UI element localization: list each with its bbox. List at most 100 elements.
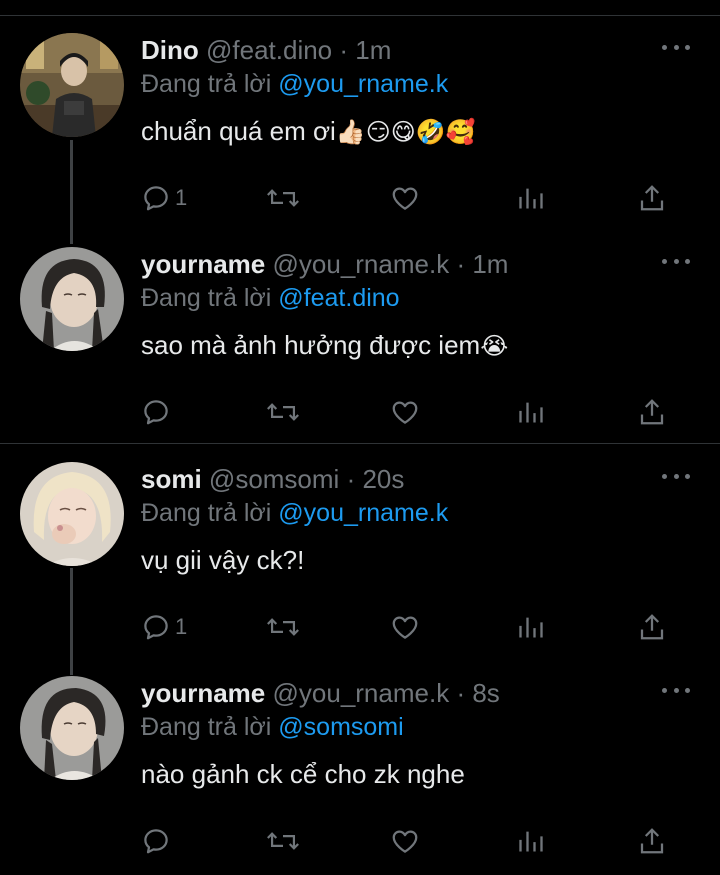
reply-button[interactable]: [141, 821, 175, 861]
share-button[interactable]: [637, 178, 667, 218]
tweet-text-body: sao mà ảnh hưởng được iem: [141, 330, 481, 360]
analytics-icon: [519, 402, 543, 423]
share-icon: [640, 828, 664, 854]
user-handle[interactable]: @you_rname.k: [273, 678, 450, 708]
retweet-icon: [267, 618, 299, 636]
timestamp[interactable]: 20s: [362, 464, 404, 494]
reply-button[interactable]: 1: [141, 178, 187, 218]
retweet-button[interactable]: [266, 821, 300, 861]
replying-to: Đang trả lời @you_rname.k: [141, 67, 700, 101]
replying-label: Đang trả lời: [141, 70, 272, 98]
tweet-content: Dino @feat.dino · 1m Đang trả lời @you_r…: [141, 33, 700, 153]
tweet-text-body: chuẩn quá em ơi: [141, 116, 336, 146]
more-options-icon[interactable]: [662, 680, 690, 700]
separator-dot: ·: [456, 249, 466, 279]
timestamp[interactable]: 8s: [472, 678, 499, 708]
more-options-icon[interactable]: [662, 251, 690, 271]
thread-line: [70, 568, 73, 675]
reply-icon: [144, 400, 168, 425]
analytics-icon: [519, 831, 543, 852]
like-icon: [392, 616, 418, 639]
analytics-button[interactable]: [517, 392, 545, 432]
retweet-icon: [267, 189, 299, 207]
display-name[interactable]: yourname: [141, 249, 265, 279]
user-handle[interactable]: @you_rname.k: [273, 249, 450, 279]
replying-to: Đang trả lời @feat.dino: [141, 281, 700, 315]
tweet-content: yourname @you_rname.k · 1m Đang trả lời …: [141, 247, 700, 367]
analytics-button[interactable]: [517, 178, 545, 218]
display-name[interactable]: Dino: [141, 35, 199, 65]
reply-icon: [144, 186, 168, 211]
user-handle[interactable]: @feat.dino: [206, 35, 332, 65]
reply-icon: [144, 615, 168, 640]
reply-button[interactable]: 1: [141, 607, 187, 647]
like-button[interactable]: [389, 178, 421, 218]
tweet-text: sao mà ảnh hưởng được iem😭: [141, 325, 700, 367]
reply-count: 1: [175, 614, 188, 639]
retweet-button[interactable]: [266, 178, 300, 218]
tweet-content: somi @somsomi · 20s Đang trả lời @you_rn…: [141, 462, 700, 582]
timestamp[interactable]: 1m: [355, 35, 391, 65]
tweet-text: chuẩn quá em ơi👍🏻😏😋🤣🥰: [141, 111, 700, 153]
more-options-icon[interactable]: [662, 37, 690, 57]
tweet-text: vụ gii vậy ck?!: [141, 540, 700, 582]
reply-count: 1: [175, 185, 188, 210]
mention-link[interactable]: @you_rname.k: [278, 499, 448, 527]
timestamp[interactable]: 1m: [472, 249, 508, 279]
share-icon: [640, 399, 664, 425]
reply-button[interactable]: [141, 392, 175, 432]
like-icon: [392, 830, 418, 853]
conversation-divider: [0, 443, 720, 444]
action-bar: 1: [141, 178, 681, 218]
tweet-header: yourname @you_rname.k · 8s: [141, 676, 700, 710]
like-button[interactable]: [389, 392, 421, 432]
replying-to: Đang trả lời @you_rname.k: [141, 496, 700, 530]
display-name[interactable]: somi: [141, 464, 202, 494]
display-name[interactable]: yourname: [141, 678, 265, 708]
like-icon: [392, 187, 418, 210]
replying-label: Đang trả lời: [141, 713, 272, 741]
mention-link[interactable]: @you_rname.k: [278, 70, 448, 98]
separator-dot: ·: [339, 35, 349, 65]
mention-link[interactable]: @feat.dino: [278, 284, 399, 312]
analytics-icon: [519, 188, 543, 209]
tweet-header: somi @somsomi · 20s: [141, 462, 700, 496]
like-button[interactable]: [389, 821, 421, 861]
share-button[interactable]: [637, 392, 667, 432]
action-bar: [141, 821, 681, 861]
tweet-emoji: 😭: [480, 333, 509, 360]
action-bar: 1: [141, 607, 681, 647]
replying-label: Đang trả lời: [141, 499, 272, 527]
retweet-button[interactable]: [266, 607, 300, 647]
tweet-emoji: 👍🏻😏😋🤣🥰: [335, 119, 476, 146]
avatar[interactable]: [20, 33, 124, 137]
retweet-icon: [267, 832, 299, 850]
tweet-content: yourname @you_rname.k · 8s Đang trả lời …: [141, 676, 700, 796]
like-icon: [392, 401, 418, 424]
retweet-icon: [267, 403, 299, 421]
retweet-button[interactable]: [266, 392, 300, 432]
replying-to: Đang trả lời @somsomi: [141, 710, 700, 744]
share-icon: [640, 185, 664, 211]
share-icon: [640, 614, 664, 640]
share-button[interactable]: [637, 607, 667, 647]
avatar[interactable]: [20, 676, 124, 780]
tweet-text: nào gảnh ck cể cho zk nghe: [141, 754, 700, 796]
top-divider: [0, 15, 720, 16]
thread-line: [70, 140, 73, 244]
avatar[interactable]: [20, 462, 124, 566]
tweet-header: yourname @you_rname.k · 1m: [141, 247, 700, 281]
tweet-text-body: vụ gii vậy ck?!: [141, 545, 305, 575]
mention-link[interactable]: @somsomi: [278, 713, 403, 741]
separator-dot: ·: [346, 464, 356, 494]
avatar[interactable]: [20, 247, 124, 351]
like-button[interactable]: [389, 607, 421, 647]
reply-icon: [144, 829, 168, 854]
analytics-button[interactable]: [517, 821, 545, 861]
tweet-text-body: nào gảnh ck cể cho zk nghe: [141, 759, 465, 789]
more-options-icon[interactable]: [662, 466, 690, 486]
share-button[interactable]: [637, 821, 667, 861]
user-handle[interactable]: @somsomi: [209, 464, 339, 494]
separator-dot: ·: [456, 678, 466, 708]
analytics-button[interactable]: [517, 607, 545, 647]
